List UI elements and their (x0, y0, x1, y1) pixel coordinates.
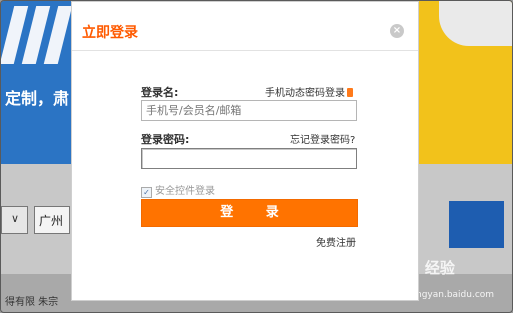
chevron-down-icon: ∨ (11, 212, 20, 225)
screenshot-frame: 定制，肃 ∨ 广州 得有限 朱宗 Bai 经验 jingyan.baidu.co… (0, 0, 513, 313)
phone-icon (347, 88, 353, 97)
username-label: 登录名: (141, 86, 179, 99)
phone-login-link[interactable]: 手机动态密码登录 (265, 84, 353, 99)
background-footer-text: 得有限 朱宗 (5, 297, 59, 308)
background-logo (1, 6, 73, 66)
background-promo-image (439, 1, 512, 46)
dialog-title: 立即登录 (82, 25, 138, 41)
phone-login-label: 手机动态密码登录 (265, 88, 345, 99)
close-icon[interactable]: × (390, 24, 404, 38)
login-button[interactable]: 登 录 (141, 199, 358, 227)
password-input[interactable] (141, 148, 357, 169)
password-label: 登录密码: (141, 133, 190, 146)
security-checkbox-label: 安全控件登录 (155, 186, 215, 197)
background-search-button (449, 201, 504, 248)
watermark-url: jingyan.baidu.com (411, 290, 495, 300)
background-slogan: 定制，肃 (5, 89, 70, 108)
login-dialog: 立即登录 × 登录名: 手机动态密码登录 登录密码: 忘记登录密码? ✓安全控件… (71, 1, 419, 301)
forgot-password-link[interactable]: 忘记登录密码? (290, 131, 355, 146)
security-checkbox[interactable]: ✓ (141, 187, 152, 198)
username-input[interactable] (141, 100, 357, 121)
register-link[interactable]: 免费注册 (316, 234, 356, 249)
background-select: ∨ (1, 206, 28, 234)
divider (72, 50, 418, 51)
background-city-select: 广州 (34, 206, 70, 234)
security-control-row[interactable]: ✓ 安全控件登录 (141, 182, 215, 198)
